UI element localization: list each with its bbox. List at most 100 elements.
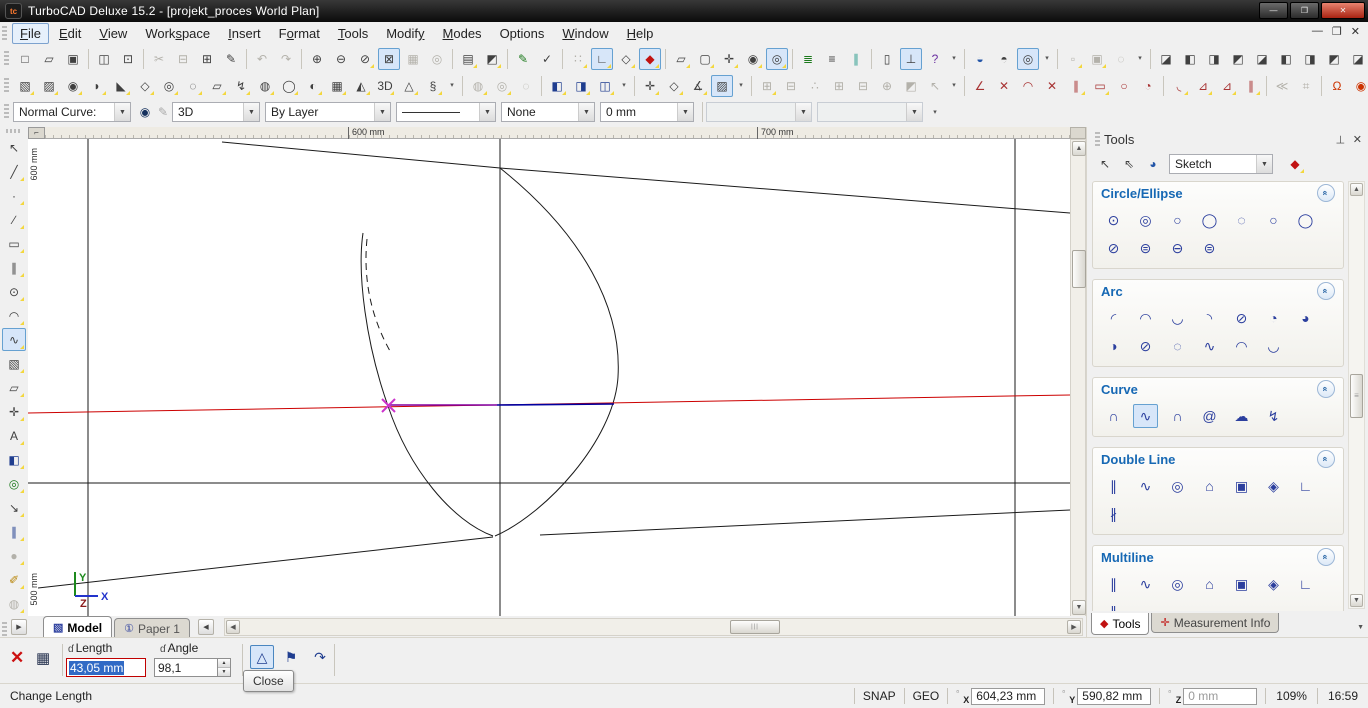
- line-segment-icon[interactable]: ╱: [2, 160, 26, 183]
- circle-tan-3-entities-icon[interactable]: ◯: [1293, 208, 1318, 232]
- select-arrow-icon[interactable]: ↖: [1094, 153, 1116, 175]
- chevron-down-icon[interactable]: ▼: [479, 103, 495, 121]
- one-way-arc-button[interactable]: ↷: [308, 645, 332, 669]
- workplane-to-view-icon[interactable]: ◧: [1275, 48, 1297, 70]
- meet-2-lines-icon[interactable]: ∠: [969, 75, 991, 97]
- measure-area-icon[interactable]: ◇: [663, 75, 685, 97]
- finish-button[interactable]: ⚑: [279, 645, 303, 669]
- curve-sketch-icon[interactable]: ↯: [1261, 404, 1286, 428]
- length-input[interactable]: 43,05 mm: [66, 658, 146, 677]
- menu-file[interactable]: File: [12, 23, 49, 44]
- dimension-icon[interactable]: ↘: [2, 496, 26, 519]
- menu-help[interactable]: Help: [619, 23, 662, 44]
- double-line-rotated-rect-icon[interactable]: ◈: [1261, 474, 1286, 498]
- save-icon[interactable]: ▣: [62, 48, 84, 70]
- menu-modify[interactable]: Modify: [378, 23, 432, 44]
- measure-angle-icon[interactable]: ∡: [687, 75, 709, 97]
- node-edit-icon[interactable]: ⇖: [1118, 153, 1140, 175]
- measure-coordinate-icon[interactable]: ✛: [639, 75, 661, 97]
- x-coordinate-field[interactable]: ▫X604,23 mm: [956, 688, 1062, 705]
- horizontal-scrollbar[interactable]: ◀ ||| ▶: [224, 618, 1083, 636]
- visibility-eye-icon[interactable]: ◉: [136, 105, 154, 119]
- spline-icon[interactable]: ∿: [2, 328, 26, 351]
- angle-spinner[interactable]: ▲▼: [218, 658, 231, 677]
- stretch-icon[interactable]: ⌗: [1295, 75, 1317, 97]
- multiline-polyline-icon[interactable]: ∿: [1133, 572, 1158, 596]
- materials-bars-icon[interactable]: ∥: [845, 48, 867, 70]
- panel-tab-measurement-info[interactable]: ✛Measurement Info: [1151, 613, 1279, 633]
- tab-model[interactable]: ▧Model: [43, 616, 112, 638]
- radial-copy-icon[interactable]: ⊕: [876, 75, 898, 97]
- new-icon[interactable]: □: [14, 48, 36, 70]
- boolean-intersect-icon[interactable]: ◫: [594, 75, 616, 97]
- ellipse-icon[interactable]: ⊜: [1133, 236, 1158, 260]
- pie-edit-icon[interactable]: ◔: [1137, 75, 1159, 97]
- lasso-select-icon[interactable]: ◌: [1110, 48, 1132, 70]
- menu-insert[interactable]: Insert: [220, 23, 269, 44]
- sphere-shade-icon[interactable]: ◎: [491, 75, 513, 97]
- arc-rotated-icon[interactable]: ◑: [1101, 334, 1126, 358]
- axis-toggle-icon[interactable]: ⊥: [900, 48, 922, 70]
- box-3d-icon[interactable]: ▧: [14, 75, 36, 97]
- style-bucket-icon[interactable]: ◆: [1284, 153, 1306, 175]
- circle-concentric-icon[interactable]: ◎: [1133, 208, 1158, 232]
- double-line-polygon-icon[interactable]: ⌂: [1197, 474, 1222, 498]
- sphere-3d-icon[interactable]: ◉: [62, 75, 84, 97]
- text-icon[interactable]: A: [2, 424, 26, 447]
- view-mode-combo[interactable]: 3D▼: [172, 102, 260, 122]
- zoom-previous-icon[interactable]: ⊘: [354, 48, 376, 70]
- layer-flat-icon[interactable]: ≡: [821, 48, 843, 70]
- expand-toolbar-button[interactable]: ▶: [11, 619, 27, 635]
- double-line-parallel-icon[interactable]: ∦: [1101, 502, 1126, 526]
- arc-icon[interactable]: ◠: [2, 304, 26, 327]
- overflow-icon[interactable]: ▾: [618, 75, 630, 97]
- chevron-down-icon[interactable]: ▼: [374, 103, 390, 121]
- cone-3d-icon[interactable]: ◌: [182, 75, 204, 97]
- collapse-chevron-icon[interactable]: «: [1317, 548, 1335, 566]
- fit-array-icon[interactable]: ∴: [804, 75, 826, 97]
- boolean-subtract-icon[interactable]: ◨: [570, 75, 592, 97]
- sphere-tool-icon[interactable]: ●: [2, 544, 26, 567]
- validate-pen-icon[interactable]: ✎: [512, 48, 534, 70]
- collapse-chevron-icon[interactable]: «: [1317, 184, 1335, 202]
- multiline-polygon-icon[interactable]: ⌂: [1197, 572, 1222, 596]
- collapse-chevron-icon[interactable]: «: [1317, 450, 1335, 468]
- zoom-selection-icon[interactable]: ◎: [426, 48, 448, 70]
- hemisphere-3d-icon[interactable]: ◗: [86, 75, 108, 97]
- restore-button[interactable]: ❐: [1290, 2, 1319, 19]
- vertical-scrollbar[interactable]: ▲ ▼: [1070, 139, 1086, 617]
- circle-tan-arc-icon[interactable]: ⊘: [1101, 236, 1126, 260]
- circle-3-point-icon[interactable]: ○: [1261, 208, 1286, 232]
- pattern-combo[interactable]: None▼: [501, 102, 595, 122]
- shrink-icon[interactable]: ≪: [1271, 75, 1293, 97]
- panel-grip[interactable]: [1095, 132, 1100, 146]
- arc-center-radius-icon[interactable]: ◜: [1101, 306, 1126, 330]
- overflow-icon[interactable]: ▾: [948, 48, 960, 70]
- menu-options[interactable]: Options: [492, 23, 553, 44]
- scroll-left-icon[interactable]: ◀: [226, 620, 240, 634]
- arc-tan-line-icon[interactable]: ⊘: [1229, 306, 1254, 330]
- close-icon[interactable]: ✕: [1353, 133, 1362, 146]
- overflow-icon[interactable]: ▾: [446, 75, 458, 97]
- disk-3d-icon[interactable]: ◐: [302, 75, 324, 97]
- ellipse-fixed-ratio-icon[interactable]: ⊜: [1197, 236, 1222, 260]
- t-meet-icon[interactable]: ✕: [993, 75, 1015, 97]
- sphere-render-icon[interactable]: ◍: [467, 75, 489, 97]
- assemble-icon[interactable]: ◍: [2, 592, 26, 615]
- circle-icon[interactable]: ⊙: [2, 280, 26, 303]
- double-line-rectangle-icon[interactable]: ▣: [1229, 474, 1254, 498]
- arc-3-point-icon[interactable]: ◝: [1197, 306, 1222, 330]
- globe-icon[interactable]: ◕: [1142, 153, 1164, 175]
- menu-modes[interactable]: Modes: [435, 23, 490, 44]
- calculator-button[interactable]: ▦: [36, 649, 50, 667]
- zoom-out-icon[interactable]: ⊖: [330, 48, 352, 70]
- offset-icon[interactable]: ∥: [1240, 75, 1262, 97]
- insert-picture-icon[interactable]: ▤: [457, 48, 479, 70]
- open-icon[interactable]: ▱: [38, 48, 60, 70]
- undo-icon[interactable]: ↶: [251, 48, 273, 70]
- chevron-down-icon[interactable]: ▼: [578, 103, 594, 121]
- view-cube-icon[interactable]: ▢: [694, 48, 716, 70]
- line-icon[interactable]: ∕: [2, 208, 26, 231]
- circle-tan-line-2pt-icon[interactable]: ◌: [1229, 208, 1254, 232]
- circle-tan-line-icon[interactable]: ◯: [1197, 208, 1222, 232]
